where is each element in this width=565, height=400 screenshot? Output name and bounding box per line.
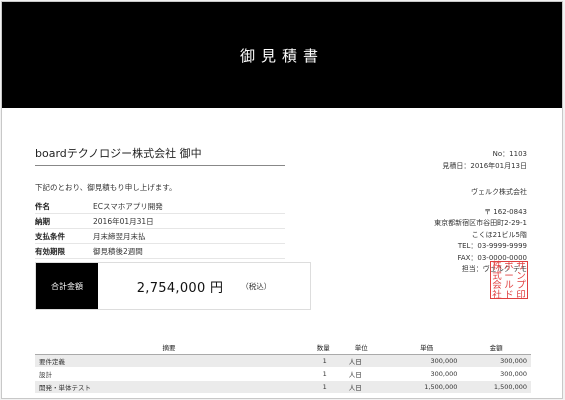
cell-amount: 300,000 [461,367,531,381]
tax-note: （税込） [241,281,272,291]
client-underline [35,165,285,166]
quote-meta: No：1103 見積日：2016年01月13日 [442,148,527,172]
quote-document: 御見積書 boardテクノロジー株式会社 御中 No：1103 見積日：2016… [1,1,563,399]
table-row: 設計 1 人日 300,000 300,000 [35,367,531,381]
detail-value: 月末締翌月末払 [93,231,146,241]
detail-value: ECスマホアプリ開発 [93,201,163,211]
cell-unit: 人日 [330,380,392,394]
cell-unit-price: 300,000 [391,354,462,368]
company-seal-stamp: 株 ボ サ 式 ー ン 会 ル プ 社 ド 印 [490,261,528,301]
cell-description: 要件定義 [35,354,304,368]
cell-unit: 人日 [330,367,392,381]
detail-label: 有効期限 [35,246,65,256]
detail-row-payment: 支払条件 月末締翌月末払 [35,229,285,244]
seal-char: 印 [516,289,526,301]
document-title: 御見積書 [239,46,324,65]
detail-row-validity: 有効期限 御見積後2週間 [35,244,285,259]
cell-quantity: 1 [303,367,331,381]
line-items-table: 摘要 数量 単位 単価 金額 要件定義 1 人日 300,000 300,000… [35,340,531,394]
intro-text: 下記のとおり、御見積もり申し上げます。 [35,183,177,192]
detail-label: 納期 [35,216,50,226]
cell-unit-price: 300,000 [391,367,462,381]
cell-quantity: 1 [303,354,331,368]
detail-row-subject: 件名 ECスマホアプリ開発 [35,199,285,214]
column-header-amount: 金額 [461,340,531,355]
issuer-address-2: こくほ21ビル5階 [471,230,527,239]
header-band: 御見積書 [2,2,562,108]
detail-label: 支払条件 [35,231,65,241]
table-header-row: 摘要 数量 単位 単価 金額 [35,340,531,355]
total-amount-area: 2,754,000 円 （税込） [98,263,310,309]
issuer-address-1: 東京都新宿区市谷田町2-29-1 [434,219,527,227]
table-row: 要件定義 1 人日 300,000 300,000 [35,354,531,368]
issuer-company: ヴェルク株式会社 [471,188,527,196]
cell-description: 開発・単体テスト [35,380,304,394]
cell-amount: 1,500,000 [461,380,531,394]
table-row: 開発・単体テスト 1 人日 1,500,000 1,500,000 [35,380,531,394]
column-header-quantity: 数量 [303,340,331,355]
cell-amount: 300,000 [461,354,531,368]
cell-description: 設計 [35,367,304,381]
detail-row-delivery: 納期 2016年01月31日 [35,214,285,229]
total-box: 合計金額 2,754,000 円 （税込） [35,262,311,310]
cell-unit: 人日 [330,354,392,368]
detail-value: 2016年01月31日 [93,216,154,226]
column-header-unit-price: 単価 [391,340,462,355]
client-name: boardテクノロジー株式会社 御中 [35,147,202,160]
quote-date: 見積日：2016年01月13日 [442,162,527,170]
seal-char: ド [504,289,514,301]
column-header-unit: 単位 [330,340,392,355]
total-label: 合計金額 [36,263,98,309]
seal-char: 社 [492,289,502,301]
column-header-description: 摘要 [35,340,304,355]
issuer-postal: 〒 162-0843 [484,207,527,216]
cell-quantity: 1 [303,380,331,394]
detail-value: 御見積後2週間 [93,246,143,256]
cell-unit-price: 1,500,000 [391,380,462,394]
issuer-tel: TEL：03-9999-9999 [457,242,527,250]
quote-number: No：1103 [492,150,527,158]
total-amount: 2,754,000 円 [136,280,224,296]
quote-details: 件名 ECスマホアプリ開発 納期 2016年01月31日 支払条件 月末締翌月末… [35,199,285,259]
detail-label: 件名 [35,201,50,211]
